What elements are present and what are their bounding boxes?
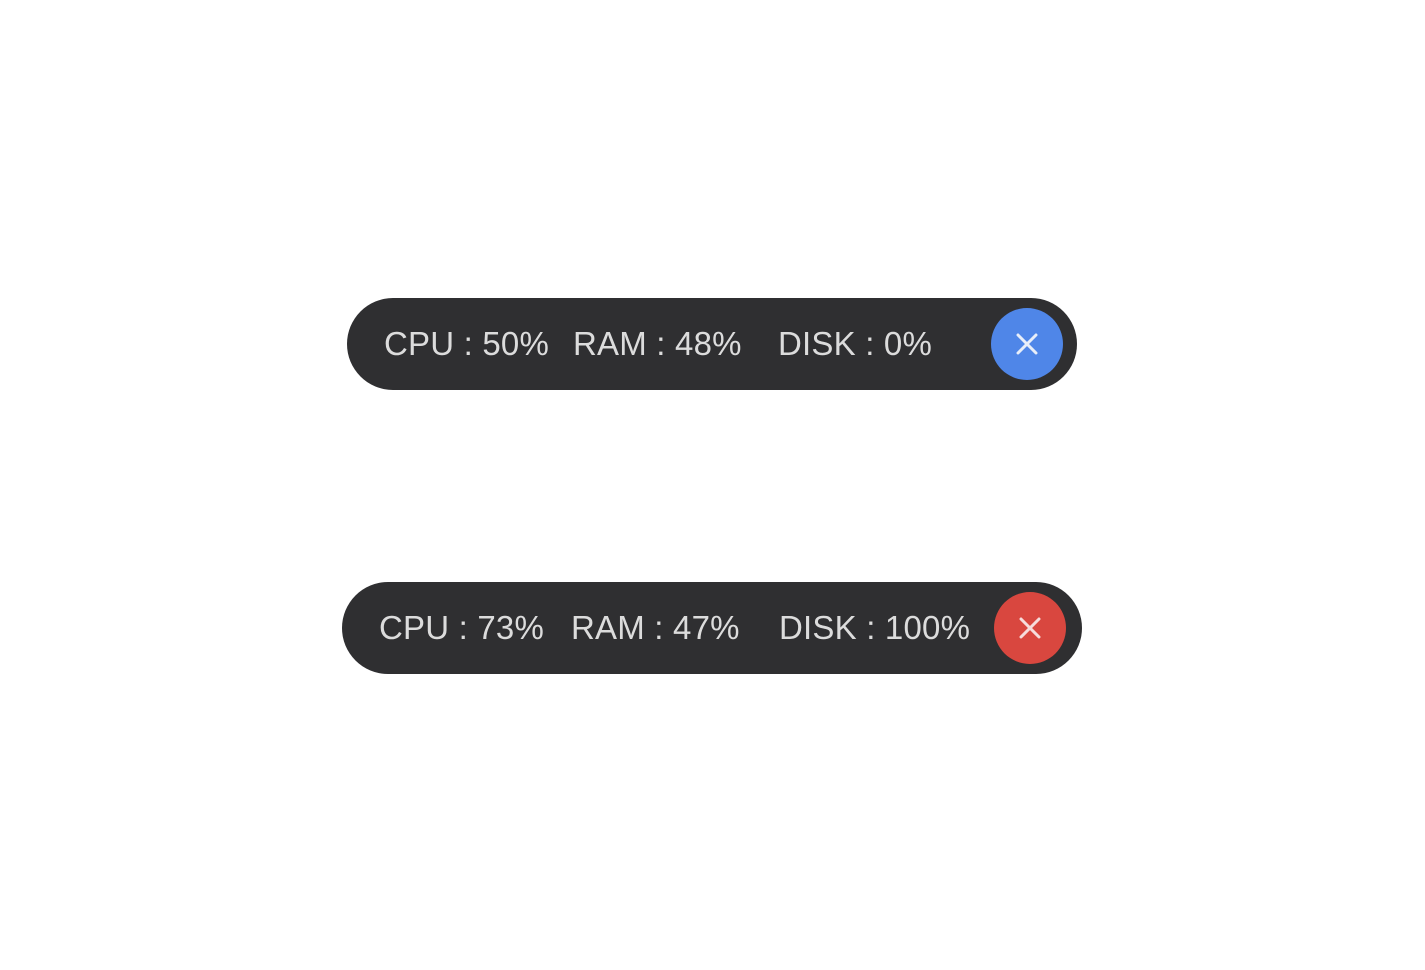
close-icon [1019, 617, 1041, 639]
close-button[interactable] [991, 308, 1063, 380]
system-monitor-widget-alert: CPU : 73% RAM : 47% DISK : 100% [342, 582, 1082, 674]
disk-usage-label: DISK : 100% [779, 609, 971, 646]
cpu-usage-label: CPU : 50% [384, 325, 550, 362]
canvas: CPU : 50% RAM : 48% DISK : 0% CPU : 73% … [0, 0, 1425, 970]
close-button[interactable] [994, 592, 1066, 664]
close-icon [1016, 333, 1038, 355]
ram-usage-label: RAM : 48% [573, 325, 742, 362]
system-monitor-widget-normal: CPU : 50% RAM : 48% DISK : 0% [347, 298, 1077, 390]
cpu-usage-label: CPU : 73% [379, 609, 545, 646]
ram-usage-label: RAM : 47% [571, 609, 740, 646]
disk-usage-label: DISK : 0% [778, 325, 933, 362]
